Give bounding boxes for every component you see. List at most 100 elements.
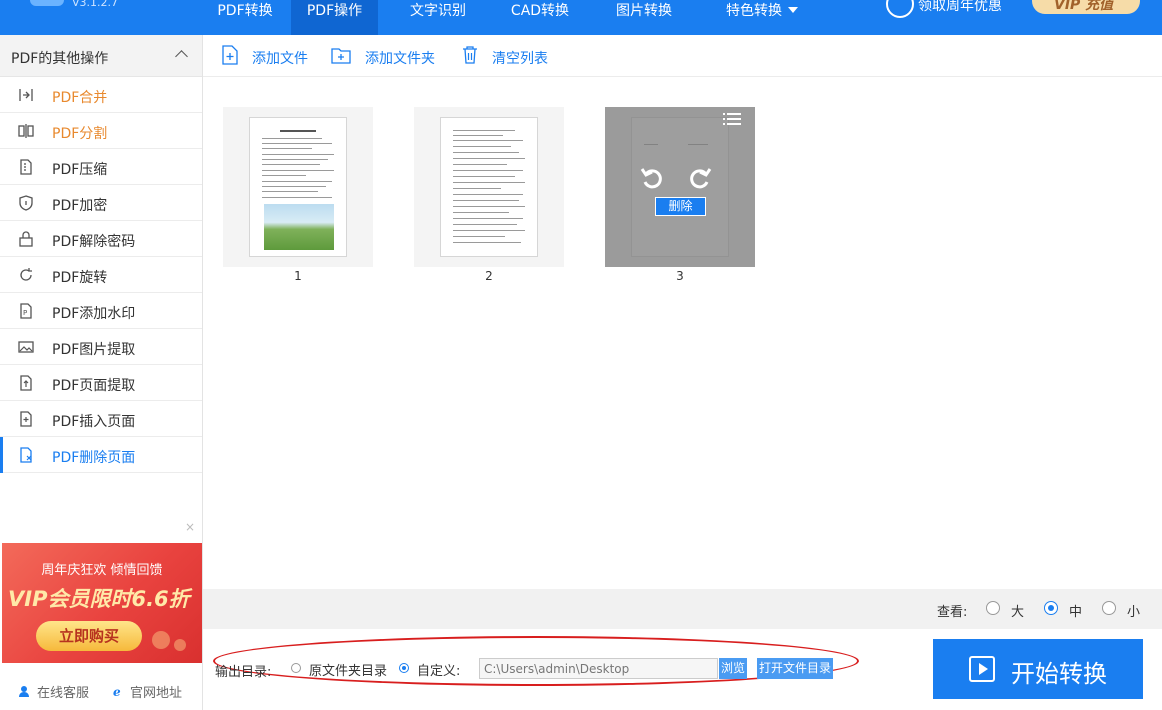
sidebar-item-pdf-rotate[interactable]: PDF旋转 [0,257,202,293]
app-logo [30,0,64,6]
page-thumbnail-hovered[interactable]: 删除 [605,107,755,267]
sidebar-item-label: PDF添加水印 [52,306,136,322]
custom-folder-radio[interactable] [399,663,409,673]
customer-service-icon [19,686,29,697]
page-thumbnail[interactable] [414,107,564,267]
sidebar-item-pdf-merge[interactable]: PDF合并 [0,77,202,113]
landscape-image [264,204,334,250]
view-large-radio[interactable] [986,601,1000,615]
page-preview [440,117,538,257]
watermark-icon: P [20,303,32,319]
sidebar-item-pdf-page-extract[interactable]: PDF页面提取 [0,365,202,401]
page-thumbnail[interactable] [223,107,373,267]
sidebar: PDF的其他操作 PDF合并 PDF分割 PDF压缩 PDF加密 PDF解除密码… [0,35,203,710]
svg-text:P: P [23,309,27,317]
top-nav-bar: V3.1.2.7 PDF转换 PDF操作 文字识别 CAD转换 图片转换 特色转… [0,0,1162,35]
globe-icon: e [113,685,121,697]
sidebar-item-label: PDF加密 [52,198,108,214]
open-folder-button[interactable]: 打开文件目录 [757,658,833,679]
output-dir-label: 输出目录: [215,665,272,680]
sidebar-item-label: PDF删除页面 [52,450,136,466]
promo-ad-banner[interactable]: 周年庆狂欢 倾情回馈 VIP会员限时6.6折 立即购买 [2,543,202,663]
sidebar-item-label: PDF分割 [52,126,108,142]
tab-cad-convert[interactable]: CAD转换 [500,0,580,35]
sidebar-item-pdf-unlock[interactable]: PDF解除密码 [0,221,202,257]
ad-offer: VIP会员限时6.6折 [8,587,190,611]
sidebar-item-pdf-encrypt[interactable]: PDF加密 [0,185,202,221]
view-small-radio[interactable] [1102,601,1116,615]
tab-pdf-operations[interactable]: PDF操作 [291,0,378,35]
svg-text:e: e [113,685,121,697]
view-label: 查看: [937,605,968,620]
page-number: 1 [294,269,302,283]
ad-close-button[interactable]: × [185,520,195,534]
rotate-icon [20,268,32,281]
sidebar-item-pdf-image-extract[interactable]: PDF图片提取 [0,329,202,365]
delete-page-button[interactable]: 删除 [655,197,706,216]
sidebar-item-label: PDF合并 [52,90,108,106]
page-extract-icon [20,375,32,391]
buy-now-button[interactable]: 立即购买 [36,621,142,651]
add-file-icon [222,45,238,65]
sidebar-header[interactable]: PDF的其他操作 [0,35,202,77]
browse-button[interactable]: 浏览 [719,658,747,679]
split-icon [18,124,34,138]
add-folder-icon [331,48,351,64]
tab-image-convert[interactable]: 图片转换 [604,0,684,35]
menu-icon[interactable] [723,112,741,126]
sidebar-item-label: PDF插入页面 [52,414,136,430]
sidebar-item-label: PDF图片提取 [52,342,136,358]
source-folder-radio[interactable] [291,663,301,673]
tab-ocr[interactable]: 文字识别 [398,0,478,35]
output-settings: 输出目录: 原文件夹目录 自定义: 浏览 打开文件目录 开始转换 [203,629,1162,710]
page-insert-icon [20,411,32,427]
source-folder-label[interactable]: 原文件夹目录 [309,660,387,679]
view-size-bar: 查看: 大 中 小 [203,589,1162,629]
view-small-label[interactable]: 小 [1127,601,1140,620]
sidebar-item-pdf-page-insert[interactable]: PDF插入页面 [0,401,202,437]
ad-headline: 周年庆狂欢 倾情回馈 [41,563,163,578]
sidebar-item-pdf-delete-page[interactable]: PDF删除页面 [0,437,202,473]
view-large-label[interactable]: 大 [1011,601,1024,620]
tab-special-convert[interactable]: 特色转换 [712,0,812,35]
page-preview [249,117,347,257]
custom-folder-label[interactable]: 自定义: [417,660,460,679]
online-service-link[interactable]: 在线客服 [37,682,89,701]
page-number: 2 [485,269,493,283]
add-file-button[interactable]: 添加文件 [221,35,331,77]
start-convert-button[interactable]: 开始转换 [933,639,1143,699]
ad-decoration [174,639,186,651]
sidebar-item-pdf-split[interactable]: PDF分割 [0,113,202,149]
chevron-up-icon[interactable] [175,50,188,63]
page-hover-overlay: 删除 [605,107,755,267]
view-medium-label[interactable]: 中 [1069,601,1082,620]
add-folder-button[interactable]: 添加文件夹 [331,35,451,77]
page-number: 3 [676,269,684,283]
sidebar-item-label: PDF旋转 [52,270,108,286]
file-toolbar: 添加文件 添加文件夹 清空列表 [203,35,1162,77]
clear-list-button[interactable]: 清空列表 [461,35,561,77]
rotate-left-icon[interactable] [640,165,666,191]
ad-decoration [152,631,170,649]
rotate-right-icon[interactable] [686,165,712,191]
image-icon [18,341,34,353]
shield-icon [19,195,33,211]
merge-icon [19,89,33,101]
play-icon [969,656,995,682]
sidebar-header-title: PDF的其他操作 [11,51,109,67]
website-link[interactable]: 官网地址 [130,682,182,701]
app-version: V3.1.2.7 [72,0,119,9]
sidebar-item-pdf-watermark[interactable]: P PDF添加水印 [0,293,202,329]
sidebar-item-label: PDF压缩 [52,162,108,178]
compress-icon [20,159,32,175]
output-path-input[interactable] [479,658,718,679]
tab-pdf-convert[interactable]: PDF转换 [204,0,286,35]
sidebar-item-label: PDF页面提取 [52,378,136,394]
promo-link[interactable]: 领取周年优惠 [918,0,1002,15]
user-icon[interactable] [886,0,914,18]
sidebar-item-pdf-compress[interactable]: PDF压缩 [0,149,202,185]
vip-recharge-button[interactable]: VIP 充值 [1032,0,1140,14]
trash-icon [463,46,477,64]
view-medium-radio[interactable] [1044,601,1058,615]
sidebar-item-label: PDF解除密码 [52,234,136,250]
